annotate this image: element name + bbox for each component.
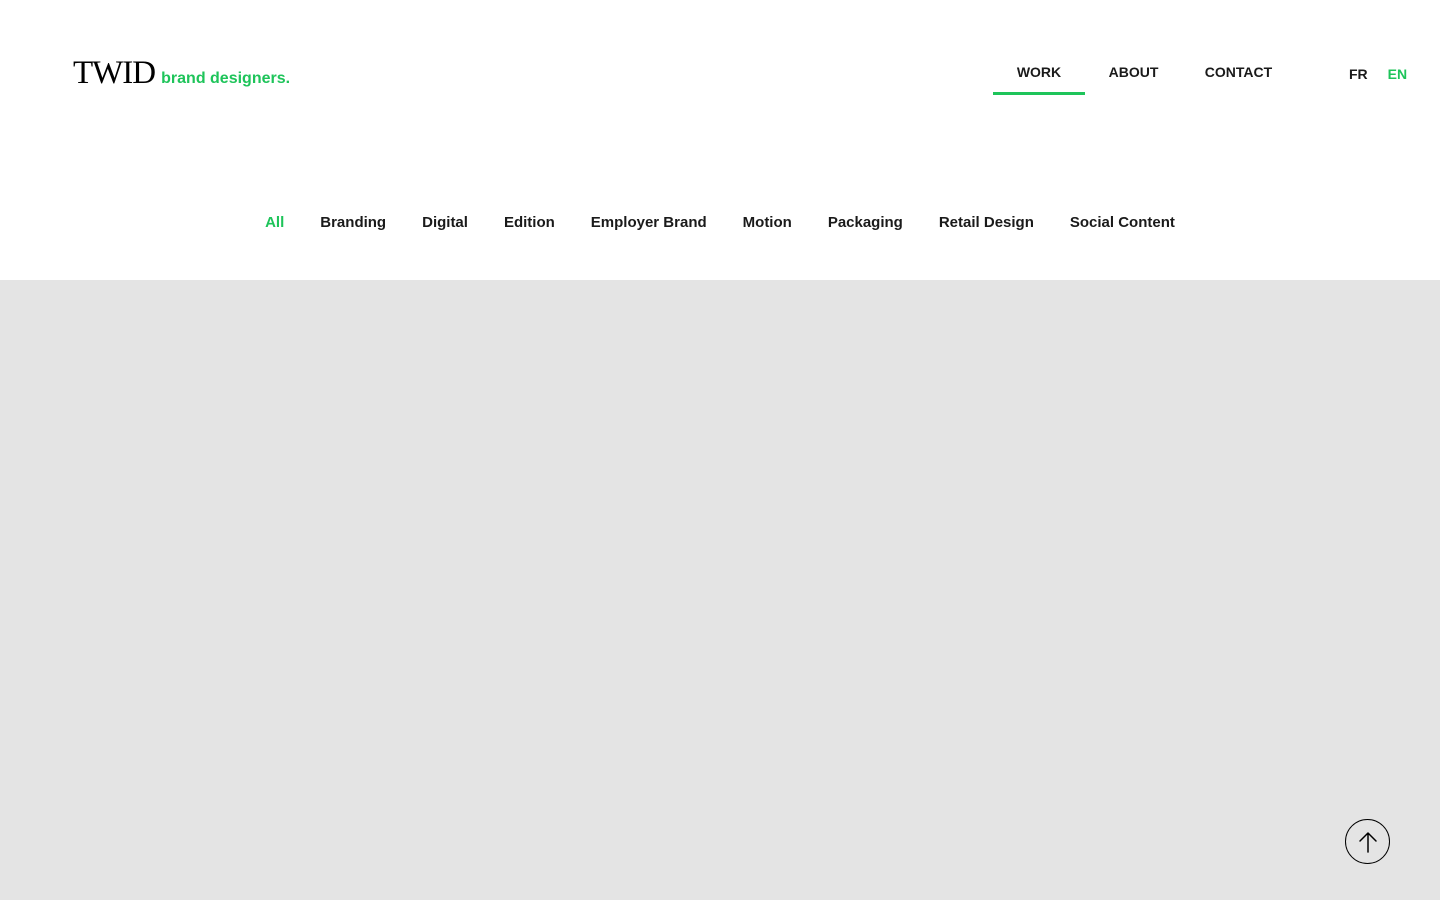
- filter-social-content[interactable]: Social Content: [1070, 214, 1175, 231]
- language-en[interactable]: EN: [1388, 66, 1407, 82]
- language-switcher: FR EN: [1349, 66, 1407, 82]
- logo[interactable]: TWID brand designers.: [73, 57, 290, 90]
- filter-retail-design[interactable]: Retail Design: [939, 214, 1034, 231]
- logo-tagline: brand designers.: [161, 70, 291, 87]
- work-grid-area: [0, 280, 1440, 900]
- nav-item-contact[interactable]: CONTACT: [1182, 52, 1295, 95]
- language-fr[interactable]: FR: [1349, 66, 1368, 82]
- site-header: TWID brand designers. WORK ABOUT CONTACT…: [0, 0, 1440, 150]
- arrow-up-icon: [1358, 831, 1378, 853]
- filter-employer-brand[interactable]: Employer Brand: [591, 214, 707, 231]
- nav-item-work[interactable]: WORK: [993, 52, 1085, 95]
- nav-item-about[interactable]: ABOUT: [1085, 52, 1182, 95]
- back-to-top-button[interactable]: [1345, 819, 1390, 864]
- category-filters: All Branding Digital Edition Employer Br…: [0, 214, 1440, 231]
- filter-packaging[interactable]: Packaging: [828, 214, 903, 231]
- filter-edition[interactable]: Edition: [504, 214, 555, 231]
- filter-motion[interactable]: Motion: [743, 214, 792, 231]
- filter-digital[interactable]: Digital: [422, 214, 468, 231]
- filter-all[interactable]: All: [265, 214, 284, 231]
- logo-mark: TWID: [73, 55, 156, 91]
- page: TWID brand designers. WORK ABOUT CONTACT…: [0, 0, 1440, 900]
- main-nav: WORK ABOUT CONTACT: [993, 52, 1295, 95]
- filter-branding[interactable]: Branding: [320, 214, 386, 231]
